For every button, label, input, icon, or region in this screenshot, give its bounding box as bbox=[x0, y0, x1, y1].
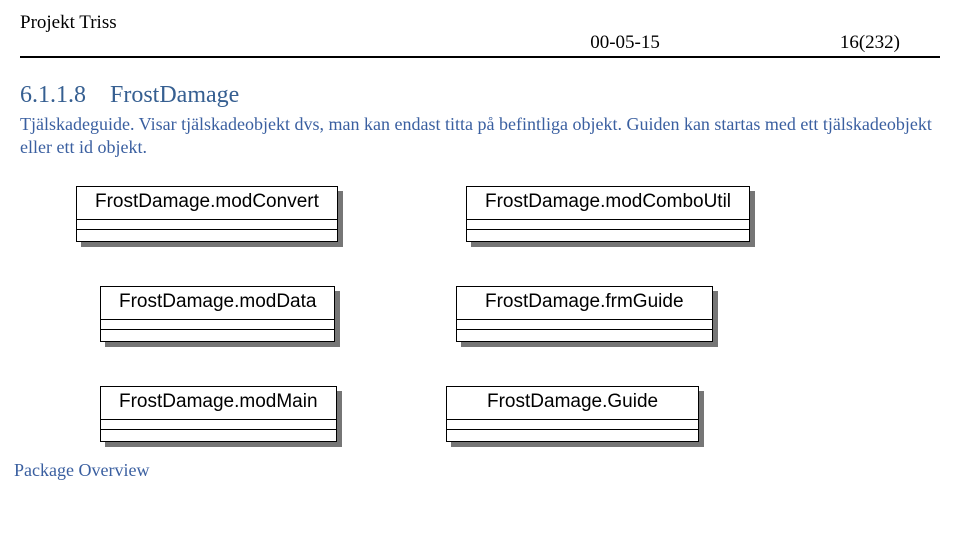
class-name: FrostDamage.Guide bbox=[447, 387, 698, 420]
diagram-row: FrostDamage.modMain FrostDamage.Guide bbox=[76, 386, 940, 442]
header-date: 00-05-15 bbox=[590, 32, 660, 54]
class-box-frmguide: FrostDamage.frmGuide bbox=[456, 286, 713, 342]
section-heading: 6.1.1.8 FrostDamage bbox=[20, 82, 940, 109]
desc-line1: Tjälskadeguide. bbox=[20, 114, 134, 134]
section-number: 6.1.1.8 bbox=[20, 82, 86, 108]
class-name: FrostDamage.modMain bbox=[101, 387, 336, 420]
desc-rest: Visar tjälskadeobjekt dvs, man kan endas… bbox=[20, 114, 932, 157]
class-box-modconvert: FrostDamage.modConvert bbox=[76, 186, 338, 242]
class-box-moddata: FrostDamage.modData bbox=[100, 286, 335, 342]
class-name: FrostDamage.modComboUtil bbox=[467, 187, 749, 220]
class-box-modmain: FrostDamage.modMain bbox=[100, 386, 337, 442]
class-name: FrostDamage.modConvert bbox=[77, 187, 337, 220]
class-name: FrostDamage.modData bbox=[101, 287, 334, 320]
header-page-number: 16(232) bbox=[840, 32, 900, 54]
page-header-meta: 00-05-15 16(232) bbox=[20, 32, 940, 54]
section-description: Tjälskadeguide. Visar tjälskadeobjekt dv… bbox=[20, 113, 940, 158]
header-divider bbox=[20, 56, 940, 58]
class-box-guide: FrostDamage.Guide bbox=[446, 386, 699, 442]
diagram-row: FrostDamage.modData FrostDamage.frmGuide bbox=[76, 286, 940, 342]
section-title: FrostDamage bbox=[110, 82, 239, 108]
diagram-row: FrostDamage.modConvert FrostDamage.modCo… bbox=[76, 186, 940, 242]
diagram-caption: Package Overview bbox=[14, 460, 940, 481]
page-header: Projekt Triss bbox=[20, 12, 940, 34]
project-title: Projekt Triss bbox=[20, 12, 117, 34]
class-box-modcomboutil: FrostDamage.modComboUtil bbox=[466, 186, 750, 242]
class-name: FrostDamage.frmGuide bbox=[457, 287, 712, 320]
class-diagram: FrostDamage.modConvert FrostDamage.modCo… bbox=[20, 186, 940, 442]
